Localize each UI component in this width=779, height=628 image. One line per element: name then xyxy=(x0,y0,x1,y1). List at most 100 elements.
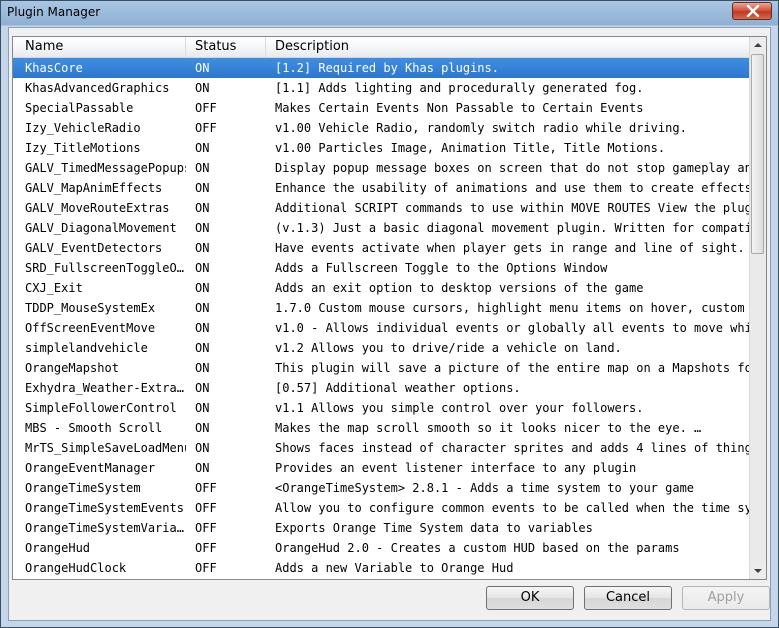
plugin-name-cell: simplelandvehicle xyxy=(25,341,148,355)
column-header-status[interactable]: Status xyxy=(186,37,266,57)
plugin-description-cell: Display popup message boxes on screen th… xyxy=(275,161,751,175)
plugin-row[interactable]: OffScreenEventMove ON v1.0 - Allows indivi… xyxy=(13,318,751,338)
plugin-name-cell: GALV_EventDetectors xyxy=(25,241,163,255)
plugin-name-cell: SpecialPassable xyxy=(25,101,134,115)
scrollbar-thumb[interactable] xyxy=(751,54,764,254)
plugin-row[interactable]: KhasCore ON [1.2] Required by Khas plugins… xyxy=(13,58,751,78)
plugin-name-cell: OrangeMapshot xyxy=(25,361,119,375)
plugin-description-cell: Have events activate when player gets in… xyxy=(275,241,745,255)
plugin-name-cell: SRD_FullscreenToggleO… xyxy=(25,261,184,275)
plugin-description-cell: Allow you to configure common events to … xyxy=(275,501,751,515)
plugin-description-cell: Exports Orange Time System data to varia… xyxy=(275,521,593,535)
plugin-name-cell: OrangeTimeSystemVaria… xyxy=(25,521,184,535)
plugin-row[interactable]: Izy_TitleMotions ON v1.00 Particles Image,… xyxy=(13,138,751,158)
plugin-name-cell: SimpleFollowerControl xyxy=(25,401,177,415)
chevron-up-icon xyxy=(754,43,762,47)
plugin-description-cell: 1.7.0 Custom mouse cursors, highlight me… xyxy=(275,301,751,315)
plugin-description-cell: Additional SCRIPT commands to use within… xyxy=(275,201,751,215)
plugin-row[interactable]: GALV_DiagonalMovement ON (v.1.3) Just a ba… xyxy=(13,218,751,238)
cancel-button[interactable]: Cancel xyxy=(584,586,672,610)
plugin-row[interactable]: Izy_VehicleRadio OFF v1.00 Vehicle Radio, … xyxy=(13,118,751,138)
plugin-description-cell: v1.00 Particles Image, Animation Title, … xyxy=(275,141,666,155)
plugin-status-cell: ON xyxy=(195,161,210,175)
plugin-name-cell: GALV_MoveRouteExtras xyxy=(25,201,170,215)
plugin-description-cell: <OrangeTimeSystem> 2.8.1 - Adds a time s… xyxy=(275,481,695,495)
plugin-name-cell: KhasAdvancedGraphics xyxy=(25,81,170,95)
plugin-row[interactable]: SRD_FullscreenToggleO… ON Adds a Fullscree… xyxy=(13,258,751,278)
plugin-name-cell: OrangeHudClock xyxy=(25,561,127,575)
plugin-row[interactable]: GALV_TimedMessagePopups ON Display popup m… xyxy=(13,158,751,178)
plugin-row[interactable]: OrangeEventManager ON Provides an event li… xyxy=(13,458,751,478)
plugin-description-cell: v1.0 - Allows individual events or globa… xyxy=(275,321,751,335)
plugin-row[interactable]: CXJ_Exit ON Adds an exit option to desktop… xyxy=(13,278,751,298)
plugin-status-cell: OFF xyxy=(195,521,217,535)
plugin-name-cell: Izy_TitleMotions xyxy=(25,141,141,155)
plugin-name-cell: TDDP_MouseSystemEx xyxy=(25,301,156,315)
plugin-row[interactable]: GALV_EventDetectors ON Have events activat… xyxy=(13,238,751,258)
plugin-name-cell: GALV_TimedMessagePopups xyxy=(25,161,186,175)
plugin-row[interactable]: OrangeMapshot ON This plugin will save a p… xyxy=(13,358,751,378)
plugin-status-cell: ON xyxy=(195,361,210,375)
dialog-client-area: Name Status Description KhasCore ON [1.2] … xyxy=(8,27,771,621)
plugin-description-cell: Makes the map scroll smooth so it looks … xyxy=(275,421,702,435)
plugin-row[interactable]: OrangeTimeSystemEvents OFF Allow you to co… xyxy=(13,498,751,518)
plugin-row[interactable]: Exhydra_Weather-Extra… ON [0.57] Additiona… xyxy=(13,378,751,398)
plugin-status-cell: ON xyxy=(195,201,210,215)
plugin-row[interactable]: MBS - Smooth Scroll ON Makes the map scrol… xyxy=(13,418,751,438)
plugin-description-cell: [0.57] Additional weather options. xyxy=(275,381,521,395)
plugin-row[interactable]: simplelandvehicle ON v1.2 Allows you to dr… xyxy=(13,338,751,358)
plugin-description-cell: Adds a new Variable to Orange Hud xyxy=(275,561,514,575)
close-button[interactable] xyxy=(732,2,772,20)
plugin-manager-window: Plugin Manager Name Status Description K… xyxy=(0,0,779,628)
plugin-row[interactable]: TDDP_MouseSystemEx ON 1.7.0 Custom mouse c… xyxy=(13,298,751,318)
plugin-row[interactable]: GALV_MapAnimEffects ON Enhance the usabili… xyxy=(13,178,751,198)
title-bar[interactable]: Plugin Manager xyxy=(1,1,778,25)
plugin-row[interactable]: OrangeHud OFF OrangeHud 2.0 - Creates a cu… xyxy=(13,538,751,558)
plugin-status-cell: ON xyxy=(195,181,210,195)
plugin-status-cell: ON xyxy=(195,261,210,275)
plugin-list[interactable]: Name Status Description KhasCore ON [1.2] … xyxy=(12,36,767,580)
column-header-name[interactable]: Name xyxy=(16,37,186,57)
plugin-status-cell: ON xyxy=(195,221,210,235)
list-header: Name Status Description xyxy=(13,37,751,58)
scroll-down-button[interactable] xyxy=(750,563,766,579)
plugin-status-cell: ON xyxy=(195,441,210,455)
plugin-row[interactable]: SimpleFollowerControl ON v1.1 Allows you s… xyxy=(13,398,751,418)
plugin-rows: KhasCore ON [1.2] Required by Khas plugins… xyxy=(13,58,751,578)
plugin-status-cell: OFF xyxy=(195,561,217,575)
plugin-name-cell: OrangeEventManager xyxy=(25,461,156,475)
plugin-row[interactable]: OrangeHudClock OFF Adds a new Variable to … xyxy=(13,558,751,578)
plugin-row[interactable]: MrTS_SimpleSaveLoadMenu ON Shows faces ins… xyxy=(13,438,751,458)
plugin-description-cell: Provides an event listener interface to … xyxy=(275,461,637,475)
plugin-description-cell: Shows faces instead of character sprites… xyxy=(275,441,751,455)
plugin-status-cell: ON xyxy=(195,321,210,335)
plugin-row[interactable]: OrangeTimeSystemVaria… OFF Exports Orange … xyxy=(13,518,751,538)
plugin-description-cell: v1.00 Vehicle Radio, randomly switch rad… xyxy=(275,121,687,135)
plugin-name-cell: OrangeTimeSystemEvents xyxy=(25,501,184,515)
column-header-description[interactable]: Description xyxy=(266,37,751,57)
plugin-row[interactable]: OrangeTimeSystem OFF <OrangeTimeSystem> 2.… xyxy=(13,478,751,498)
plugin-name-cell: MBS - Smooth Scroll xyxy=(25,421,163,435)
ok-button[interactable]: OK xyxy=(486,586,574,610)
plugin-status-cell: ON xyxy=(195,381,210,395)
plugin-description-cell: Adds an exit option to desktop versions … xyxy=(275,281,644,295)
plugin-status-cell: ON xyxy=(195,301,210,315)
plugin-name-cell: MrTS_SimpleSaveLoadMenu xyxy=(25,441,186,455)
plugin-status-cell: ON xyxy=(195,81,210,95)
apply-button[interactable]: Apply xyxy=(682,586,770,610)
plugin-row[interactable]: SpecialPassable OFF Makes Certain Events N… xyxy=(13,98,751,118)
plugin-row[interactable]: KhasAdvancedGraphics ON [1.1] Adds lightin… xyxy=(13,78,751,98)
scroll-up-button[interactable] xyxy=(750,37,766,53)
plugin-status-cell: ON xyxy=(195,281,210,295)
plugin-row[interactable]: GALV_MoveRouteExtras ON Additional SCRIPT … xyxy=(13,198,751,218)
window-title: Plugin Manager xyxy=(7,5,101,19)
close-icon xyxy=(746,5,760,17)
vertical-scrollbar[interactable] xyxy=(749,37,766,579)
plugin-name-cell: Exhydra_Weather-Extra… xyxy=(25,381,184,395)
plugin-description-cell: [1.1] Adds lighting and procedurally gen… xyxy=(275,81,644,95)
plugin-status-cell: OFF xyxy=(195,541,217,555)
plugin-status-cell: OFF xyxy=(195,501,217,515)
plugin-name-cell: Izy_VehicleRadio xyxy=(25,121,141,135)
plugin-description-cell: This plugin will save a picture of the e… xyxy=(275,361,751,375)
plugin-name-cell: OffScreenEventMove xyxy=(25,321,156,335)
